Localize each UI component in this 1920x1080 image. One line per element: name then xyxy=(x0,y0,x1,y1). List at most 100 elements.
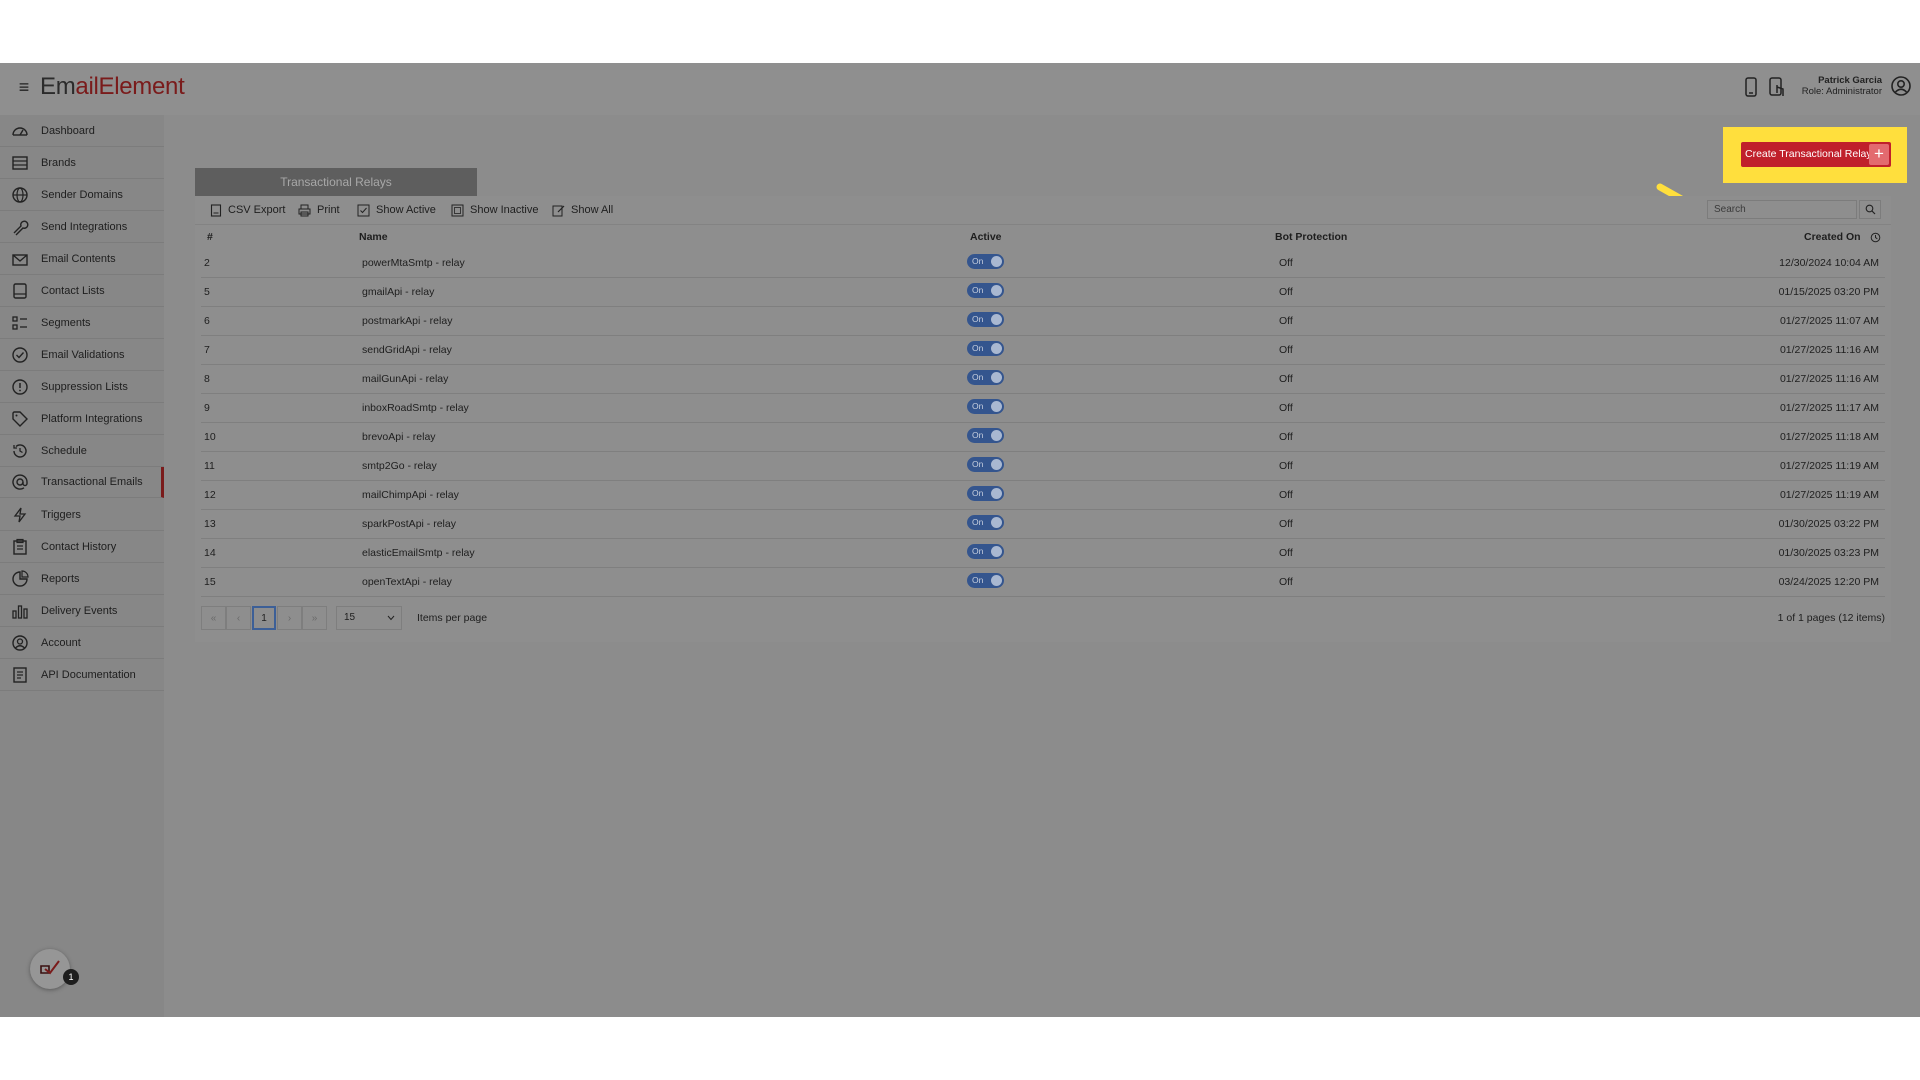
toggle-on-label: On xyxy=(972,575,984,585)
table-row[interactable]: 15 openTextApi - relay On Off 03/24/2025 12:… xyxy=(201,568,1885,597)
search-button[interactable] xyxy=(1859,200,1881,219)
show-inactive-label: Show Inactive xyxy=(470,204,539,216)
sidebar-item-label: Segments xyxy=(41,316,91,329)
hamburger-menu-icon[interactable]: ≡ xyxy=(14,77,34,97)
row-bot-protection: Off xyxy=(1279,460,1293,472)
toggle-on-label: On xyxy=(972,401,984,411)
show-inactive-button[interactable]: Show Inactive xyxy=(451,202,538,218)
print-button[interactable]: Print xyxy=(298,202,340,218)
table-row[interactable]: 11 smtp2Go - relay On Off 01/27/2025 11:19 A… xyxy=(201,452,1885,481)
row-bot-protection: Off xyxy=(1279,489,1293,501)
sidebar-item-transactional-emails[interactable]: Transactional Emails xyxy=(0,467,164,498)
toggle-knob xyxy=(991,401,1002,412)
mobile-device-icon[interactable] xyxy=(1740,75,1762,99)
search-input[interactable] xyxy=(1707,200,1857,219)
row-name: elasticEmailSmtp - relay xyxy=(362,547,475,559)
sidebar-item-api-documentation[interactable]: API Documentation xyxy=(0,659,164,691)
active-toggle[interactable]: On xyxy=(967,457,1004,472)
row-bot-protection: Off xyxy=(1279,431,1293,443)
table-row[interactable]: 13 sparkPostApi - relay On Off 01/30/2025 03… xyxy=(201,510,1885,539)
sort-clock-icon[interactable] xyxy=(1870,232,1881,243)
table-row[interactable]: 9 inboxRoadSmtp - relay On Off 01/27/2025 11… xyxy=(201,394,1885,423)
sidebar-item-email-validations[interactable]: Email Validations xyxy=(0,339,164,371)
active-toggle[interactable]: On xyxy=(967,370,1004,385)
table-row[interactable]: 5 gmailApi - relay On Off 01/15/2025 03:20 P… xyxy=(201,278,1885,307)
lightning-icon xyxy=(10,505,30,525)
sidebar-item-dashboard[interactable]: Dashboard xyxy=(0,115,164,147)
tap-device-icon[interactable] xyxy=(1766,75,1788,99)
row-number: 2 xyxy=(204,257,210,269)
column-header-created-on[interactable]: Created On xyxy=(1804,225,1861,249)
checkbox-icon xyxy=(357,204,370,216)
previous-page-button[interactable]: ‹ xyxy=(226,606,251,630)
table-header: # Name Active Bot Protection Created On xyxy=(195,225,1891,249)
sidebar-item-delivery-events[interactable]: Delivery Events xyxy=(0,595,164,627)
csv-export-button[interactable]: CSV Export xyxy=(210,202,285,218)
table-row[interactable]: 14 elasticEmailSmtp - relay On Off 01/30/202… xyxy=(201,539,1885,568)
row-bot-protection: Off xyxy=(1279,576,1293,588)
sidebar-item-segments[interactable]: Segments xyxy=(0,307,164,339)
sidebar-item-email-contents[interactable]: Email Contents xyxy=(0,243,164,275)
sidebar-item-reports[interactable]: Reports xyxy=(0,563,164,595)
show-active-button[interactable]: Show Active xyxy=(357,202,436,218)
table-row[interactable]: 6 postmarkApi - relay On Off 01/27/2025 11:0… xyxy=(201,307,1885,336)
show-all-button[interactable]: Show All xyxy=(552,202,613,218)
sidebar-item-platform-integrations[interactable]: Platform Integrations xyxy=(0,403,164,435)
sidebar-item-label: Send Integrations xyxy=(41,220,128,233)
sidebar-item-account[interactable]: Account xyxy=(0,627,164,659)
list-icon xyxy=(10,281,30,301)
sidebar-item-send-integrations[interactable]: Send Integrations xyxy=(0,211,164,243)
relays-grid: CSV Export Print Show Active Show Inacti… xyxy=(195,196,1891,642)
column-header-bot-protection[interactable]: Bot Protection xyxy=(1275,225,1347,249)
sidebar: Dashboard Brands Sender Domains Send Int… xyxy=(0,115,164,1017)
active-toggle[interactable]: On xyxy=(967,283,1004,298)
active-toggle[interactable]: On xyxy=(967,254,1004,269)
table-row[interactable]: 8 mailGunApi - relay On Off 01/27/2025 11:16… xyxy=(201,365,1885,394)
active-toggle[interactable]: On xyxy=(967,486,1004,501)
sidebar-item-sender-domains[interactable]: Sender Domains xyxy=(0,179,164,211)
sidebar-item-suppression-lists[interactable]: Suppression Lists xyxy=(0,371,164,403)
globe-icon xyxy=(10,185,30,205)
user-avatar-icon[interactable] xyxy=(1890,75,1912,97)
current-page-button[interactable]: 1 xyxy=(252,606,276,630)
active-toggle[interactable]: On xyxy=(967,399,1004,414)
table-row[interactable]: 7 sendGridApi - relay On Off 01/27/2025 11:1… xyxy=(201,336,1885,365)
row-number: 12 xyxy=(204,489,216,501)
sidebar-item-contact-history[interactable]: Contact History xyxy=(0,531,164,563)
sidebar-item-contact-lists[interactable]: Contact Lists xyxy=(0,275,164,307)
user-info[interactable]: Patrick Garcia Role: Administrator xyxy=(1802,75,1882,97)
user-name: Patrick Garcia xyxy=(1818,75,1882,86)
notifications-button[interactable] xyxy=(30,949,70,989)
table-row[interactable]: 2 powerMtaSmtp - relay On Off 12/30/2024 10:… xyxy=(201,249,1885,278)
sidebar-item-brands[interactable]: Brands xyxy=(0,147,164,179)
app-logo[interactable]: EmailElement xyxy=(40,72,185,102)
toggle-knob xyxy=(991,372,1002,383)
table-row[interactable]: 12 mailChimpApi - relay On Off 01/27/2025 11… xyxy=(201,481,1885,510)
last-page-button[interactable]: » xyxy=(302,606,327,630)
active-toggle[interactable]: On xyxy=(967,573,1004,588)
sidebar-item-label: Dashboard xyxy=(41,124,95,137)
column-header-num[interactable]: # xyxy=(207,225,213,249)
active-toggle[interactable]: On xyxy=(967,341,1004,356)
plus-icon[interactable]: + xyxy=(1869,144,1889,165)
column-header-active[interactable]: Active xyxy=(970,225,1002,249)
row-bot-protection: Off xyxy=(1279,257,1293,269)
row-number: 13 xyxy=(204,518,216,530)
active-toggle[interactable]: On xyxy=(967,544,1004,559)
toggle-knob xyxy=(991,546,1002,557)
active-toggle[interactable]: On xyxy=(967,312,1004,327)
row-name: inboxRoadSmtp - relay xyxy=(362,402,469,414)
first-page-button[interactable]: « xyxy=(201,606,226,630)
sidebar-item-schedule[interactable]: Schedule xyxy=(0,435,164,467)
next-page-button[interactable]: › xyxy=(277,606,302,630)
row-created-on: 03/24/2025 12:20 PM xyxy=(1778,576,1879,588)
search-icon xyxy=(1865,204,1875,215)
row-bot-protection: Off xyxy=(1279,402,1293,414)
table-row[interactable]: 10 brevoApi - relay On Off 01/27/2025 11:18 … xyxy=(201,423,1885,452)
active-toggle[interactable]: On xyxy=(967,515,1004,530)
active-toggle[interactable]: On xyxy=(967,428,1004,443)
tab-transactional-relays[interactable]: Transactional Relays xyxy=(195,168,477,196)
page-size-select[interactable]: 15 xyxy=(336,606,402,630)
column-header-name[interactable]: Name xyxy=(359,225,388,249)
sidebar-item-triggers[interactable]: Triggers xyxy=(0,499,164,531)
